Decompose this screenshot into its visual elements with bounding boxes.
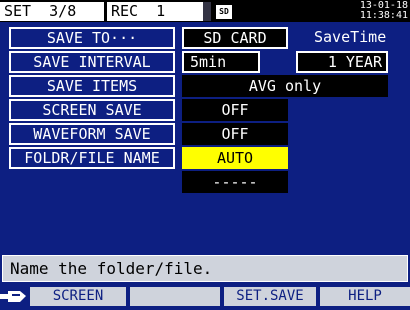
tab-set[interactable]: SET 3/8 <box>0 2 104 21</box>
save-to-value[interactable]: SD CARD <box>182 27 288 49</box>
time-text: 11:38:41 <box>359 10 408 21</box>
fkey-set-save[interactable]: SET.SAVE <box>224 287 316 306</box>
sd-card-icon: SD <box>216 5 232 19</box>
folder-file-name-value[interactable]: AUTO <box>182 147 288 169</box>
folder-file-name-field[interactable]: ----- <box>182 171 288 193</box>
fkey-screen[interactable]: SCREEN <box>30 287 126 306</box>
fkey-help[interactable]: HELP <box>320 287 410 306</box>
save-interval-label[interactable]: SAVE INTERVAL <box>9 51 175 73</box>
savetime-label: SaveTime <box>314 28 387 46</box>
screen-save-value[interactable]: OFF <box>182 99 288 121</box>
tab-divider <box>203 2 211 21</box>
save-items-value[interactable]: AVG only <box>182 75 388 97</box>
save-interval-value[interactable]: 5min <box>182 51 260 73</box>
fkey-blank[interactable] <box>130 287 220 306</box>
screen-save-label[interactable]: SCREEN SAVE <box>9 99 175 121</box>
save-items-label[interactable]: SAVE ITEMS <box>9 75 175 97</box>
save-to-label[interactable]: SAVE TO··· <box>9 27 175 49</box>
folder-file-name-label[interactable]: FOLDR/FILE NAME <box>9 147 175 169</box>
fkey-left-edge <box>0 287 30 306</box>
tab-rec[interactable]: REC 1 <box>107 2 203 21</box>
waveform-save-value[interactable]: OFF <box>182 123 288 145</box>
message-text: Name the folder/file. <box>10 259 213 278</box>
save-time-value[interactable]: 1 YEAR <box>296 51 388 73</box>
hand-pointer-icon <box>0 291 26 302</box>
datetime: 13-01-18 11:38:41 <box>338 1 408 21</box>
waveform-save-label[interactable]: WAVEFORM SAVE <box>9 123 175 145</box>
